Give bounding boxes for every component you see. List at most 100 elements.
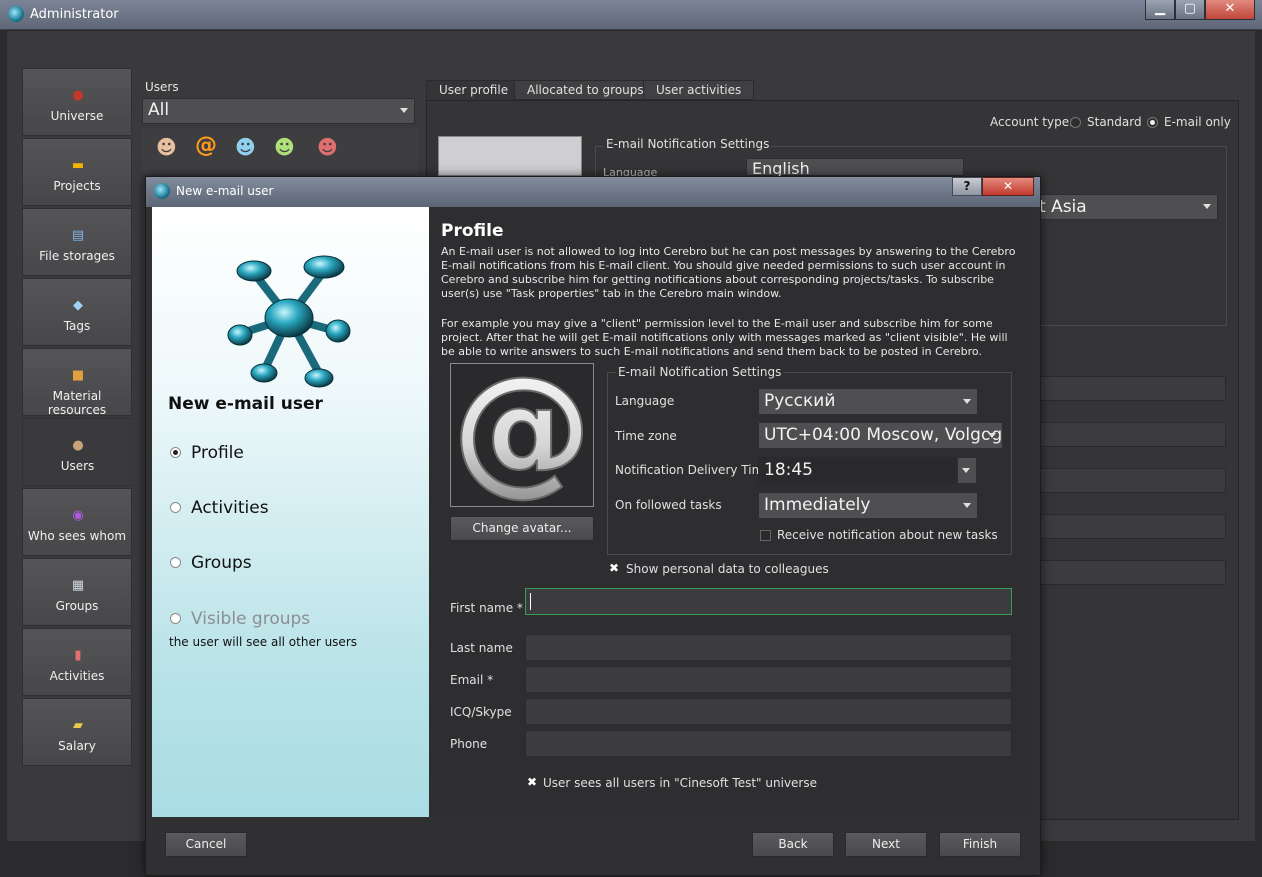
dialog-close-button[interactable]: ✕	[982, 177, 1034, 196]
back-button[interactable]: Back	[752, 832, 834, 857]
bg-field-2[interactable]	[1040, 422, 1226, 447]
bg-timezone-value: t Asia	[1039, 197, 1087, 217]
step-activities-radio[interactable]	[170, 502, 181, 513]
chevron-down-icon	[988, 432, 996, 438]
sidebar-item-file-storages[interactable]: ▤ File storages	[22, 208, 132, 276]
step-profile-radio[interactable]	[170, 447, 181, 458]
title-bar: Administrator ▁ ▢ ✕	[0, 0, 1262, 30]
chevron-down-icon	[400, 108, 408, 113]
account-type-standard-radio[interactable]	[1070, 117, 1081, 128]
close-button[interactable]: ✕	[1205, 0, 1255, 20]
maximize-button[interactable]: ▢	[1175, 0, 1205, 20]
timezone-combo[interactable]: UTC+04:00 Moscow, Volgograd	[758, 422, 1003, 449]
bg-field-1[interactable]	[1040, 376, 1226, 401]
next-button[interactable]: Next	[845, 832, 927, 857]
sidebar-item-tags[interactable]: ◆ Tags	[22, 278, 132, 346]
step-activities-label: Activities	[191, 498, 269, 518]
timezone-value: UTC+04:00 Moscow, Volgograd	[764, 425, 1003, 445]
dialog-title-bar: New e-mail user ? ✕	[146, 177, 1040, 207]
sidebar-item-projects[interactable]: ▬ Projects	[22, 138, 132, 206]
step-groups-label: Groups	[191, 553, 252, 573]
visible-groups-note: the user will see all other users	[169, 635, 358, 649]
sidebar-item-label: Universe	[50, 109, 104, 123]
delete-user-icon[interactable]: ☻	[317, 135, 338, 159]
user-edit-icon[interactable]: ☻	[274, 135, 295, 159]
bg-avatar	[438, 136, 582, 176]
profile-example: For example you may give a "client" perm…	[441, 317, 1008, 358]
last-name-input[interactable]	[525, 634, 1012, 661]
language-value: Русский	[764, 391, 836, 411]
step-profile-label: Profile	[191, 443, 244, 463]
profile-step-pane: Profile An E-mail user is not allowed to…	[429, 207, 1033, 817]
bg-timezone-combo[interactable]: t Asia	[1030, 194, 1218, 220]
tab-allocated-to-groups[interactable]: Allocated to groups	[514, 80, 657, 100]
groups-icon: ▦	[71, 578, 85, 593]
icq-skype-input[interactable]	[525, 698, 1012, 725]
sidebar-item-salary[interactable]: ▰ Salary	[22, 698, 132, 766]
email-input[interactable]	[525, 666, 1012, 693]
avatar: @	[450, 346, 594, 511]
svg-text:@: @	[452, 364, 592, 506]
sidebar-item-label: Material resources	[47, 389, 107, 417]
tab-user-profile[interactable]: User profile	[426, 80, 522, 101]
new-tasks-checkbox[interactable]	[760, 530, 771, 541]
tab-user-activities[interactable]: User activities	[643, 80, 755, 100]
minimize-button[interactable]: ▁	[1145, 0, 1175, 20]
followed-tasks-combo[interactable]: Immediately	[758, 492, 978, 519]
account-type-email-radio[interactable]	[1147, 117, 1158, 128]
bg-field-5[interactable]	[1040, 560, 1226, 585]
bg-field-3[interactable]	[1040, 468, 1226, 493]
show-personal-checkbox[interactable]: ✖	[609, 562, 620, 574]
help-button[interactable]: ?	[952, 177, 982, 196]
sees-all-checkbox[interactable]: ✖	[527, 776, 538, 788]
sidebar-item-label: Groups	[55, 599, 99, 613]
step-visible-groups-label: Visible groups	[191, 609, 311, 629]
change-avatar-button[interactable]: Change avatar...	[450, 516, 594, 541]
bg-language-combo[interactable]: English	[746, 158, 964, 178]
sidebar: ● Universe ▬ Projects ▤ File storages ◆ Tags ■ Ma…	[22, 68, 134, 768]
sidebar-item-who-sees-whom[interactable]: ◉ Who sees whom	[22, 488, 132, 556]
bg-settings-title: E-mail Notification Settings	[604, 137, 772, 151]
users-toolbar: ☻ @ ☻ ☻ ☻	[142, 128, 418, 174]
new-tasks-label: Receive notification about new tasks	[777, 528, 998, 542]
timezone-label: Time zone	[615, 429, 677, 443]
profile-heading: Profile	[441, 221, 504, 241]
sidebar-item-label: File storages	[39, 249, 115, 263]
projects-icon: ▬	[71, 158, 85, 173]
sidebar-item-activities[interactable]: ▮ Activities	[22, 628, 132, 696]
delivery-time-input[interactable]: 18:45	[758, 457, 956, 484]
new-email-user-dialog: New e-mail user ? ✕ New e-mail user Prof…	[145, 176, 1041, 876]
account-type-standard-label: Standard	[1087, 115, 1142, 129]
at-sign-icon: @	[451, 346, 593, 511]
sidebar-item-material-resources[interactable]: ■ Material resources	[22, 348, 132, 417]
users-panel-title: Users	[145, 80, 179, 94]
email-user-icon[interactable]: @	[195, 133, 217, 158]
who-sees-whom-icon: ◉	[72, 508, 84, 523]
cancel-button[interactable]: Cancel	[165, 832, 247, 857]
first-name-input[interactable]	[525, 588, 1012, 615]
sidebar-item-label: Projects	[53, 179, 101, 193]
users-filter-combo[interactable]: All	[142, 98, 415, 124]
sidebar-item-users[interactable]: ● Users	[22, 418, 132, 486]
add-user-icon[interactable]: ☻	[156, 135, 177, 159]
chevron-down-icon	[962, 467, 970, 473]
sidebar-item-groups[interactable]: ▦ Groups	[22, 558, 132, 626]
delivery-time-dropdown-button[interactable]	[957, 457, 977, 484]
first-name-label: First name *	[450, 601, 523, 615]
phone-input[interactable]	[525, 730, 1012, 757]
tags-icon: ◆	[73, 298, 83, 313]
material-resources-icon: ■	[71, 368, 85, 383]
profile-description: An E-mail user is not allowed to log int…	[441, 245, 1016, 300]
bg-field-4[interactable]	[1040, 514, 1226, 539]
user-settings-icon[interactable]: ☻	[235, 135, 256, 159]
finish-button[interactable]: Finish	[939, 832, 1021, 857]
sidebar-item-label: Who sees whom	[27, 529, 127, 543]
activities-icon: ▮	[74, 648, 82, 663]
chevron-down-icon	[963, 502, 971, 508]
followed-tasks-value: Immediately	[764, 495, 871, 515]
sidebar-item-universe[interactable]: ● Universe	[22, 68, 132, 136]
account-type-label: Account type:	[990, 115, 1074, 129]
language-combo[interactable]: Русский	[758, 388, 978, 415]
step-groups-radio[interactable]	[170, 557, 181, 568]
dialog-title: New e-mail user	[176, 184, 274, 198]
